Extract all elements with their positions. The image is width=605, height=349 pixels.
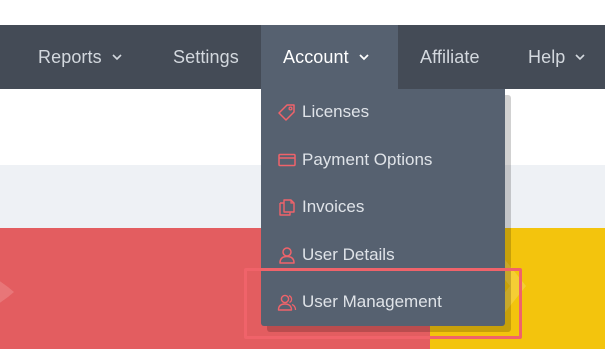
menu-item-payment-options[interactable]: Payment Options: [261, 140, 505, 180]
menu-item-licenses[interactable]: Licenses: [261, 92, 505, 132]
menu-item-label: Invoices: [302, 197, 365, 216]
nav-item-label: Affiliate: [420, 46, 480, 67]
highlight-box: [244, 268, 522, 339]
top-navigation-bar: Reports Settings Account Affiliate Help: [0, 25, 605, 89]
menu-item-label: Payment Options: [302, 150, 433, 169]
decorative-arrow-shape: [0, 281, 14, 303]
tag-icon: [277, 102, 297, 122]
credit-card-icon: [277, 150, 297, 170]
nav-item-label: Reports: [38, 46, 102, 67]
page: Reports Settings Account Affiliate Help: [0, 0, 605, 349]
chevron-down-icon: [111, 51, 123, 63]
documents-icon: [277, 197, 297, 217]
user-icon: [277, 245, 297, 265]
menu-item-label: Licenses: [302, 102, 370, 121]
nav-item-settings[interactable]: Settings: [173, 25, 239, 89]
nav-item-label: Settings: [173, 46, 239, 67]
menu-item-label: User Details: [302, 245, 395, 264]
chevron-down-icon: [358, 51, 370, 63]
menu-item-invoices[interactable]: Invoices: [261, 187, 505, 227]
chevron-down-icon: [574, 51, 586, 63]
nav-item-label: Help: [528, 46, 566, 67]
nav-item-account[interactable]: Account: [261, 25, 398, 89]
nav-item-help[interactable]: Help: [528, 25, 586, 89]
nav-item-label: Account: [283, 46, 349, 67]
nav-item-reports[interactable]: Reports: [38, 25, 123, 89]
nav-item-affiliate[interactable]: Affiliate: [420, 25, 480, 89]
